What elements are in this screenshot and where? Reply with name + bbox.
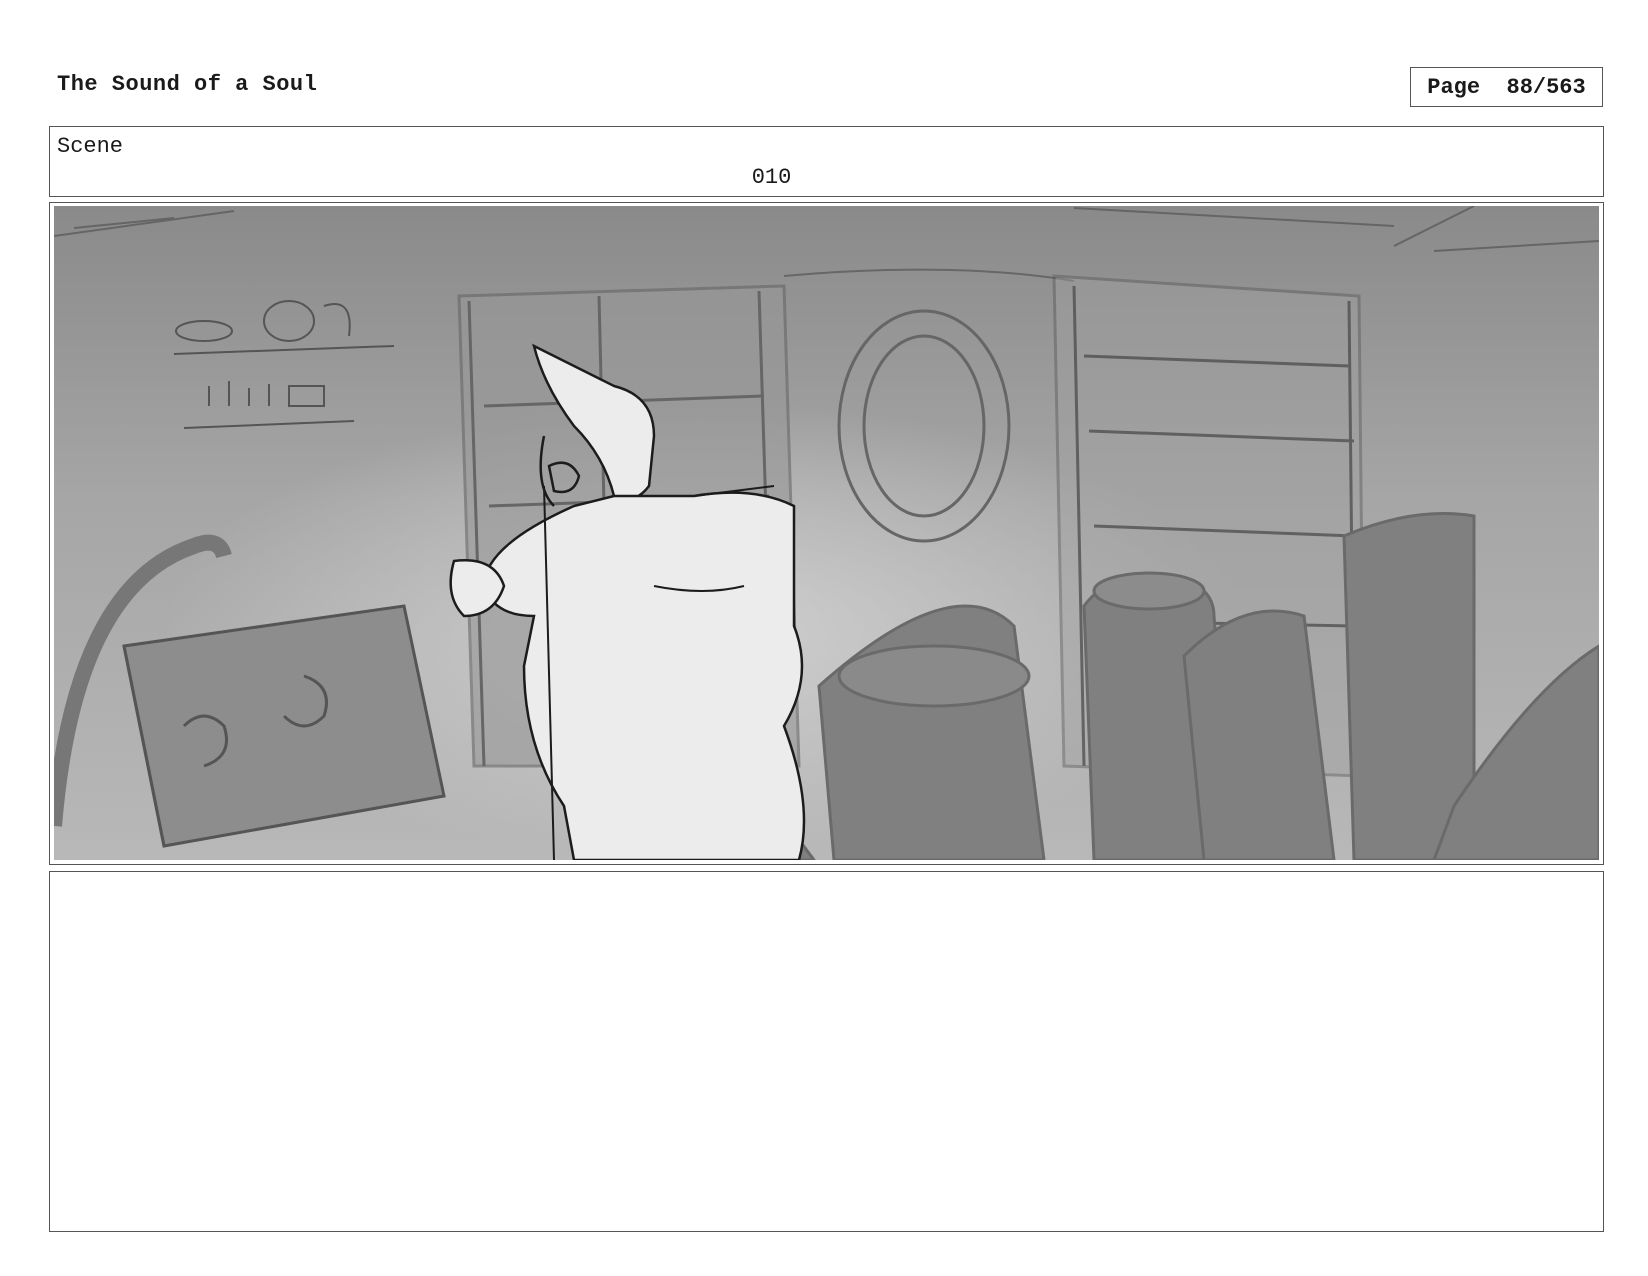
scene-header: Scene 010 bbox=[49, 126, 1604, 197]
storyboard-title: The Sound of a Soul bbox=[57, 72, 318, 97]
storyboard-panel-image bbox=[54, 206, 1599, 860]
notes-box bbox=[49, 871, 1604, 1232]
storyboard-sketch-icon bbox=[54, 206, 1599, 860]
scene-number: 010 bbox=[751, 165, 792, 190]
scene-label: Scene bbox=[57, 134, 124, 159]
page-indicator: Page 88/563 bbox=[1410, 67, 1603, 107]
page-number-label: Page 88/563 bbox=[1427, 74, 1586, 100]
